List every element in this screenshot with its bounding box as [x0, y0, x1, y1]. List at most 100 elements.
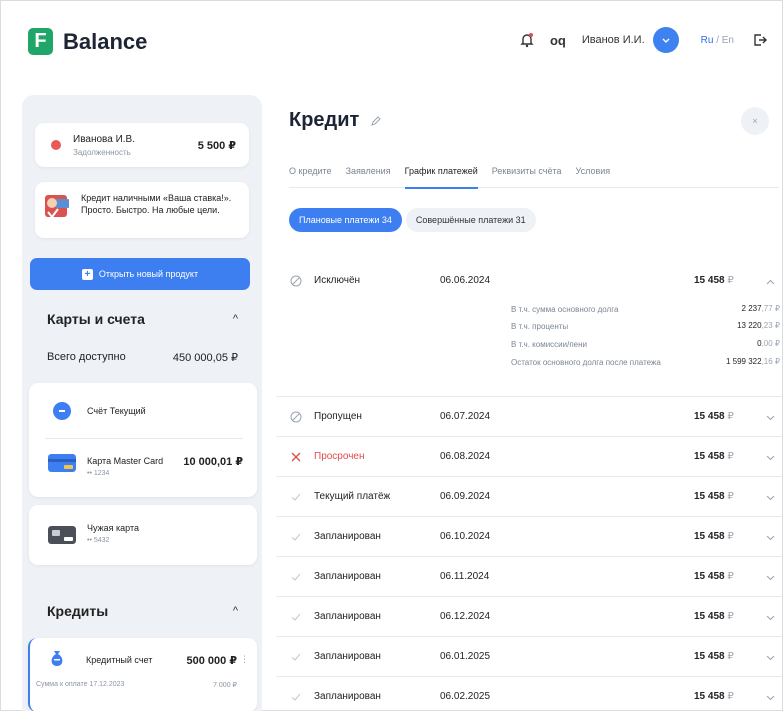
- more-icon[interactable]: ⋮: [240, 654, 249, 665]
- payment-amount: 15 458 ₽: [694, 531, 734, 542]
- chevron-down-icon[interactable]: [766, 535, 775, 541]
- payment-row[interactable]: Исключён 06.06.2024 15 458 ₽ В т.ч. сумм…: [276, 259, 782, 397]
- chevron-down-icon: [662, 38, 670, 43]
- payment-row[interactable]: Запланирован 06.10.2024 15 458 ₽: [276, 517, 782, 557]
- available-label: Всего доступно: [47, 351, 126, 363]
- credit-account-amount: 500 000 ₽: [186, 655, 237, 667]
- chevron-up-icon[interactable]: ^: [233, 605, 238, 617]
- credit-account-card[interactable]: Кредитный счет 500 000 ₽ ⋮ Сумма к оплат…: [28, 638, 257, 711]
- lang-ru[interactable]: Ru: [701, 35, 714, 46]
- tab-applications[interactable]: Заявления: [346, 166, 391, 188]
- user-name[interactable]: Иванов И.И.: [582, 34, 645, 46]
- tab-about[interactable]: О кредите: [289, 166, 332, 188]
- accessibility-icon[interactable]: oq: [550, 33, 566, 48]
- detail-value: 0,00 ₽: [757, 339, 780, 348]
- planned-payments-chip[interactable]: Плановые платежи 34: [289, 208, 402, 232]
- chevron-down-icon[interactable]: [766, 575, 775, 581]
- payment-row[interactable]: Пропущен 06.07.2024 15 458 ₽: [276, 397, 782, 437]
- payment-row[interactable]: Текущий платёж 06.09.2024 15 458 ₽: [276, 477, 782, 517]
- payment-row[interactable]: Запланирован 06.11.2024 15 458 ₽: [276, 557, 782, 597]
- check-icon: [291, 573, 301, 581]
- payment-currency: ₽: [727, 275, 734, 286]
- edit-icon[interactable]: [370, 115, 382, 127]
- payment-date: 06.01.2025: [440, 651, 491, 662]
- available-amount: 450 000,05 ₽: [172, 352, 238, 364]
- account-mastercard[interactable]: [29, 439, 257, 497]
- alert-icon: [51, 140, 61, 150]
- chevron-down-icon[interactable]: [766, 495, 775, 501]
- close-button[interactable]: ×: [741, 107, 769, 135]
- payment-status: Пропущен: [314, 411, 362, 422]
- payment-status: Текущий платёж: [314, 491, 391, 502]
- card-thumbnail-icon: [48, 454, 76, 472]
- check-icon: [291, 493, 301, 501]
- payment-row[interactable]: Просрочен 06.08.2024 15 458 ₽: [276, 437, 782, 477]
- chevron-down-icon[interactable]: [766, 455, 775, 461]
- detail-value: 1 599 322,16 ₽: [726, 357, 780, 366]
- tabs: О кредите Заявления График платежей Рекв…: [289, 166, 779, 189]
- payment-row[interactable]: Запланирован 06.01.2025 15 458 ₽: [276, 637, 782, 677]
- payment-amount-value: 15 458: [694, 691, 725, 702]
- payment-amount: 15 458 ₽: [694, 651, 734, 662]
- debt-amount: 5 500 ₽: [197, 140, 236, 152]
- detail-value-dec: ,00 ₽: [761, 339, 780, 348]
- credit-account-label: Кредитный счет: [86, 655, 153, 665]
- payment-status: Запланирован: [314, 691, 381, 702]
- chevron-up-icon[interactable]: [766, 279, 775, 285]
- payment-status: Запланирован: [314, 611, 381, 622]
- mastercard-amount: 10 000,01 ₽: [183, 456, 243, 468]
- payment-row[interactable]: Запланирован 06.02.2025 15 458 ₽: [276, 677, 782, 711]
- overdue-icon: [291, 452, 301, 462]
- tab-terms[interactable]: Условия: [576, 166, 611, 188]
- payment-amount-value: 15 458: [694, 611, 725, 622]
- chevron-down-icon[interactable]: [766, 615, 775, 621]
- alien-card[interactable]: Чужая карта •• 5432: [29, 505, 257, 565]
- detail-value-int: 1 599 322: [725, 357, 762, 366]
- promo-image: [45, 195, 69, 219]
- account-current[interactable]: Счёт Текущий: [29, 383, 257, 438]
- payment-status: Просрочен: [314, 451, 365, 462]
- credit-due-amount: 7 000 ₽: [213, 682, 237, 689]
- credits-section-title: Кредиты: [47, 603, 109, 619]
- payment-amount-value: 15 458: [694, 411, 725, 422]
- open-new-product-button[interactable]: + Открыть новый продукт: [30, 258, 250, 290]
- payment-amount: 15 458 ₽: [694, 611, 734, 622]
- tab-account-details[interactable]: Реквизиты счёта: [492, 166, 562, 188]
- detail-label: Остаток основного долга после платежа: [511, 358, 661, 367]
- payment-amount: 15 458 ₽: [694, 571, 734, 582]
- alien-card-label: Чужая карта: [87, 523, 139, 533]
- chevron-down-icon[interactable]: [766, 695, 775, 701]
- logo[interactable]: F Balance: [28, 28, 147, 55]
- chevron-down-icon[interactable]: [766, 415, 775, 421]
- language-switch[interactable]: Ru / En: [701, 35, 734, 46]
- page-title: Кредит: [289, 109, 360, 131]
- logout-icon[interactable]: [752, 32, 768, 48]
- top-bar: F Balance oq Иванов И.И. Ru / En: [1, 1, 782, 81]
- payment-status: Исключён: [314, 275, 361, 286]
- mastercard-number: •• 1234: [87, 470, 110, 477]
- tab-payment-schedule[interactable]: График платежей: [404, 166, 478, 189]
- skipped-icon: [290, 411, 302, 423]
- user-menu-button[interactable]: [652, 27, 679, 53]
- lang-en[interactable]: En: [722, 35, 734, 46]
- completed-payments-chip[interactable]: Совершённые платежи 31: [405, 208, 536, 232]
- check-icon: [291, 533, 301, 541]
- chevron-up-icon[interactable]: ^: [233, 313, 238, 325]
- bell-icon[interactable]: [516, 29, 538, 51]
- sidebar: Иванова И.В. Задолженность 5 500 ₽ Креди…: [22, 95, 262, 711]
- excluded-icon: [290, 275, 302, 287]
- chevron-down-icon[interactable]: [766, 655, 775, 661]
- payment-amount: 15 458 ₽: [694, 691, 734, 702]
- money-bag-icon: [51, 651, 63, 666]
- payment-row[interactable]: Запланирован 06.12.2024 15 458 ₽: [276, 597, 782, 637]
- detail-value-dec: ,77 ₽: [761, 304, 780, 313]
- detail-label: В т.ч. комиссии/пени: [511, 340, 588, 349]
- debt-card[interactable]: Иванова И.В. Задолженность 5 500 ₽: [35, 123, 249, 167]
- cards-section-title: Карты и счета: [47, 311, 145, 327]
- promo-card[interactable]: Кредит наличными «Ваша ставка!». Просто.…: [35, 182, 249, 238]
- payment-date: 06.08.2024: [440, 451, 491, 462]
- detail-value-int: 2 237: [741, 304, 762, 313]
- header-actions: oq Иванов И.И. Ru / En: [516, 27, 768, 53]
- mastercard-label: Карта Master Card: [87, 456, 164, 466]
- lang-separator: /: [713, 34, 722, 46]
